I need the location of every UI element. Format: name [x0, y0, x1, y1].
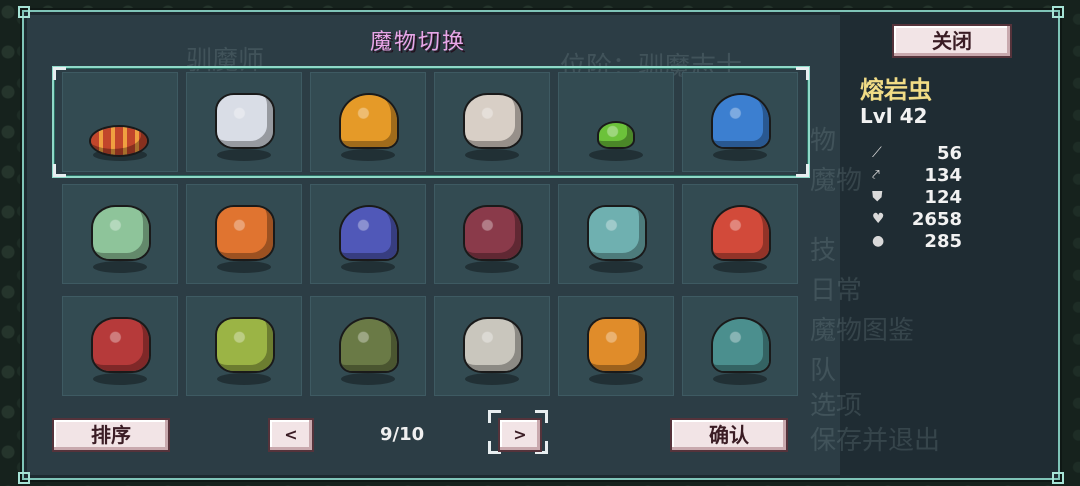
sprite-shadow: [465, 373, 519, 385]
plume-dino-sprite-icon: [217, 319, 273, 371]
sprite-shadow: [93, 373, 147, 385]
close-button[interactable]: 关闭: [892, 24, 1012, 58]
ghost-text: 队: [810, 356, 837, 386]
confirm-button[interactable]: 确认: [670, 418, 788, 452]
mushroom-druid-sprite-icon: [713, 207, 769, 259]
stat-magic: ⤤ 134: [872, 165, 962, 187]
selection-corner: [796, 164, 809, 177]
dialog-title: 魔物切换: [370, 30, 467, 55]
monster-level: Lvl 42: [860, 104, 928, 128]
monster-slot-bone-crawler[interactable]: [434, 296, 550, 396]
red-drake-sprite-icon: [93, 319, 149, 371]
frame-corner: [1052, 472, 1064, 484]
stat-value: 56: [936, 143, 962, 164]
magma-lion-sprite-icon: [217, 207, 273, 259]
pickaxe-icon: ⤤: [872, 167, 880, 183]
prev-page-button[interactable]: <: [268, 418, 314, 452]
stat-value: 2658: [911, 209, 962, 230]
monster-slot-mushroom-druid[interactable]: [682, 184, 798, 284]
selection-row-highlight: [52, 66, 810, 178]
selection-corner: [53, 164, 66, 177]
frame-corner: [18, 6, 30, 18]
ember-moth-sprite-icon: [589, 319, 645, 371]
selection-corner: [53, 67, 66, 80]
monster-slot-water-spirit[interactable]: [558, 184, 674, 284]
stat-attack: ⟋ 56: [872, 143, 962, 165]
ghost-text: 魔物: [810, 166, 863, 196]
ghost-text: 保存并退出: [810, 426, 941, 456]
ghost-text: 魔物图鉴: [810, 316, 915, 346]
sprite-shadow: [713, 261, 767, 273]
stat-value: 285: [924, 231, 962, 252]
sprite-shadow: [589, 373, 643, 385]
monster-slot-shadow-mage[interactable]: [310, 184, 426, 284]
sort-button[interactable]: 排序: [52, 418, 170, 452]
page-indicator: 9/10: [380, 424, 425, 445]
shield-icon: ⛊: [872, 189, 883, 205]
monster-slot-sea-turtle[interactable]: [310, 296, 426, 396]
ghost-text: 日常: [810, 276, 863, 306]
plant-beast-sprite-icon: [93, 207, 149, 259]
stat-value: 134: [924, 165, 962, 186]
sword-icon: ⟋: [872, 145, 882, 161]
heart-icon: ♥: [872, 211, 885, 227]
horned-demon-sprite-icon: [465, 207, 521, 259]
sprite-shadow: [465, 261, 519, 273]
water-spirit-sprite-icon: [589, 207, 645, 259]
frame-corner: [1052, 6, 1064, 18]
stat-mana: ● 285: [872, 231, 962, 253]
ghost-text: 技: [810, 236, 837, 266]
monster-slot-magma-lion[interactable]: [186, 184, 302, 284]
monster-slot-plant-beast[interactable]: [62, 184, 178, 284]
monster-slot-plume-dino[interactable]: [186, 296, 302, 396]
ghost-text: 选项: [810, 391, 863, 421]
sea-turtle-sprite-icon: [341, 319, 397, 371]
stat-value: 124: [924, 187, 962, 208]
monster-slot-teal-dragon[interactable]: [682, 296, 798, 396]
next-page-button[interactable]: >: [498, 418, 542, 452]
sprite-shadow: [589, 261, 643, 273]
sprite-shadow: [713, 373, 767, 385]
frame-corner: [18, 472, 30, 484]
stat-health: ♥ 2658: [872, 209, 962, 231]
sprite-shadow: [341, 373, 395, 385]
stat-defense: ⛊ 124: [872, 187, 962, 209]
sprite-shadow: [93, 261, 147, 273]
monster-slot-ember-moth[interactable]: [558, 296, 674, 396]
monster-slot-red-drake[interactable]: [62, 296, 178, 396]
sprite-shadow: [341, 261, 395, 273]
shadow-mage-sprite-icon: [341, 207, 397, 259]
sprite-shadow: [217, 373, 271, 385]
monster-name: 熔岩虫: [860, 76, 932, 104]
ghost-text: 物: [810, 126, 837, 156]
teal-dragon-sprite-icon: [713, 319, 769, 371]
monster-slot-horned-demon[interactable]: [434, 184, 550, 284]
sprite-shadow: [217, 261, 271, 273]
selection-corner: [796, 67, 809, 80]
bone-crawler-sprite-icon: [465, 319, 521, 371]
mana-icon: ●: [872, 233, 885, 249]
